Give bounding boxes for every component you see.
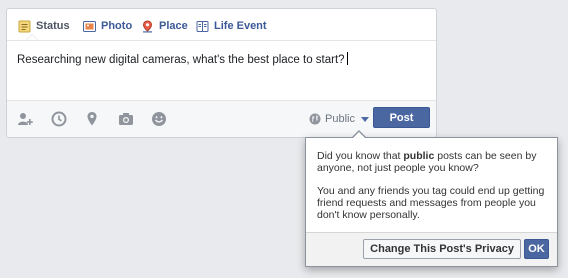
tab-life-event-label: Life Event (214, 20, 267, 32)
post-button[interactable]: Post (373, 107, 430, 128)
place-icon (141, 19, 154, 33)
tab-place[interactable]: Place (141, 18, 188, 34)
composer-tabs: Status Photo Place Life Event (7, 9, 436, 41)
camera-icon[interactable] (117, 110, 135, 128)
status-text-value: Researching new digital cameras, what's … (17, 54, 345, 66)
change-privacy-button[interactable]: Change This Post's Privacy (363, 239, 521, 259)
globe-icon (309, 113, 321, 125)
status-text-input[interactable]: Researching new digital cameras, what's … (17, 52, 348, 66)
change-privacy-label: Change This Post's Privacy (370, 243, 514, 255)
ok-button[interactable]: OK (524, 239, 549, 259)
dropdown-arrow-icon (360, 116, 369, 122)
post-button-label: Post (389, 111, 414, 124)
tab-status[interactable]: Status (18, 18, 70, 34)
privacy-tip-popup: Did you know that public posts can be se… (305, 137, 558, 267)
active-tab-indicator (26, 34, 38, 40)
smiley-icon[interactable] (150, 110, 168, 128)
popup-p1-emphasis: public (403, 150, 435, 162)
text-cursor (346, 52, 348, 65)
popup-footer: Change This Post's Privacy OK (306, 232, 557, 266)
composer-toolbar: Public Post (7, 100, 436, 137)
location-pin-icon[interactable] (83, 110, 101, 128)
life-event-icon (196, 20, 209, 33)
tab-life-event[interactable]: Life Event (196, 18, 267, 34)
photo-icon (83, 20, 96, 33)
status-composer: Status Photo Place Life Event Researchin… (6, 8, 437, 138)
status-icon (18, 20, 31, 33)
popup-paragraph-2: You and any friends you tag could end up… (317, 185, 545, 221)
tab-place-label: Place (159, 20, 188, 32)
tab-photo-label: Photo (101, 20, 133, 32)
ok-label: OK (528, 243, 545, 255)
audience-selector[interactable]: Public (309, 110, 369, 128)
tab-status-label: Status (36, 20, 70, 32)
popup-pointer-fill (352, 132, 366, 139)
tag-friends-icon[interactable] (16, 110, 34, 128)
tab-photo[interactable]: Photo (83, 18, 132, 34)
popup-body: Did you know that public posts can be se… (306, 138, 557, 221)
popup-p1-text: Did you know that (317, 150, 404, 162)
popup-paragraph-1: Did you know that public posts can be se… (317, 150, 546, 174)
audience-label: Public (325, 113, 355, 125)
clock-icon[interactable] (50, 110, 68, 128)
